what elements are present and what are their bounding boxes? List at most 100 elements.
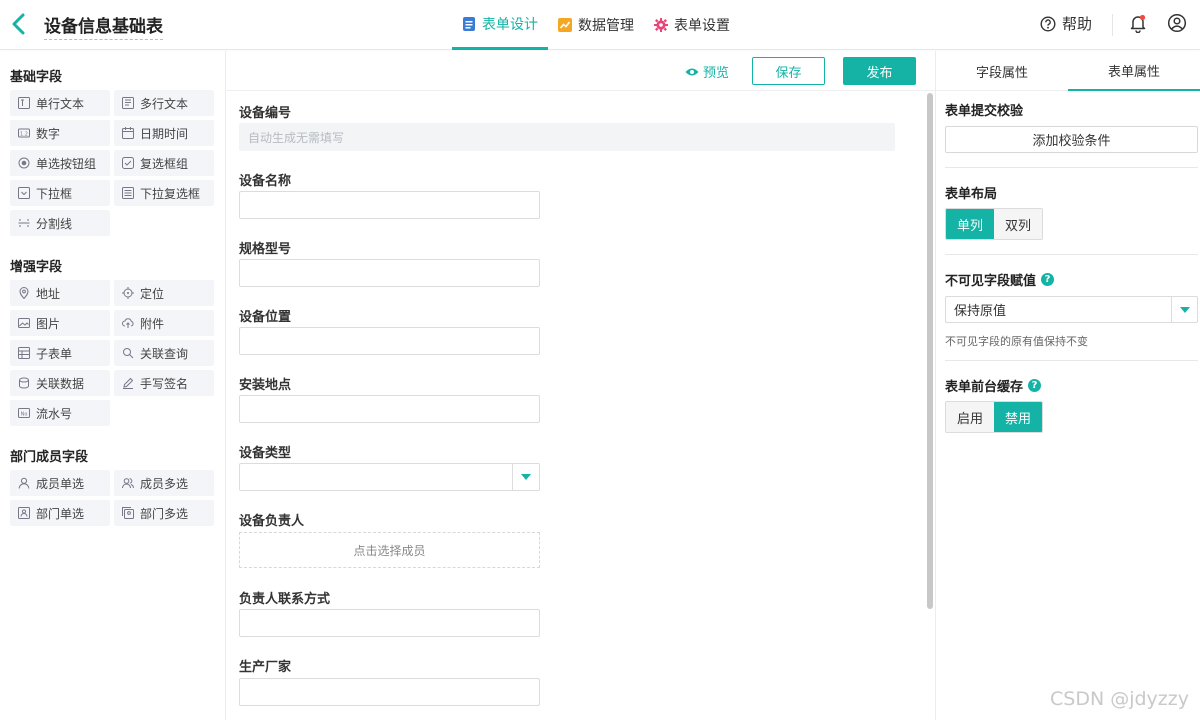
palette-field-related-data[interactable]: 关联数据 bbox=[10, 370, 110, 396]
tab-form-settings[interactable]: 表单设置 bbox=[644, 0, 740, 50]
palette-field-department-multi[interactable]: 部门多选 bbox=[114, 500, 214, 526]
caret-down-icon bbox=[521, 474, 531, 480]
form-title[interactable]: 设备信息基础表 bbox=[44, 12, 163, 40]
palette-field-radio-group[interactable]: 单选按钮组 bbox=[10, 150, 110, 176]
field-label: 设备编号 bbox=[239, 106, 292, 121]
palette-field-attachment[interactable]: 附件 bbox=[114, 310, 214, 336]
list-icon bbox=[122, 187, 134, 199]
database-link-icon bbox=[19, 377, 29, 389]
cache-enable[interactable]: 启用 bbox=[946, 402, 994, 432]
user-avatar-icon[interactable] bbox=[1167, 13, 1187, 33]
svg-text:1.2: 1.2 bbox=[20, 131, 28, 137]
layout-toggle: 单列 双列 bbox=[945, 208, 1043, 240]
device-id-input: 自动生成无需填写 bbox=[239, 123, 895, 151]
svg-text:No: No bbox=[21, 411, 28, 417]
divider bbox=[945, 360, 1198, 361]
section-title: 不可见字段赋值? bbox=[945, 270, 1055, 289]
palette-field-signature[interactable]: 手写签名 bbox=[114, 370, 214, 396]
contact-input[interactable] bbox=[239, 609, 540, 637]
tab-form-properties[interactable]: 表单属性 bbox=[1068, 51, 1200, 91]
canvas-scrollbar[interactable] bbox=[927, 93, 933, 609]
field-label: 安装地点 bbox=[239, 378, 292, 393]
divider-icon bbox=[18, 219, 30, 227]
tab-form-design[interactable]: 表单设计 bbox=[452, 0, 548, 50]
divider bbox=[945, 254, 1198, 255]
field-label: 设备名称 bbox=[239, 174, 292, 189]
palette-field-dropdown[interactable]: 下拉框 bbox=[10, 180, 110, 206]
tab-data-management[interactable]: 数据管理 bbox=[548, 0, 644, 50]
question-icon[interactable]: ? bbox=[1028, 379, 1042, 392]
checkbox-icon bbox=[122, 157, 134, 169]
tab-label: 表单设置 bbox=[674, 18, 730, 34]
palette-field-member-multi[interactable]: 成员多选 bbox=[114, 470, 214, 496]
palette-field-serial-number[interactable]: No 流水号 bbox=[10, 400, 110, 426]
palette-field-dropdown-multi[interactable]: 下拉复选框 bbox=[114, 180, 214, 206]
document-icon bbox=[463, 16, 475, 31]
number-icon: 1.2 bbox=[18, 128, 30, 138]
help-button[interactable]: 帮助 bbox=[1040, 13, 1092, 34]
spec-model-input[interactable] bbox=[239, 259, 540, 287]
manufacturer-input[interactable] bbox=[239, 678, 540, 706]
field-label: 生产厂家 bbox=[239, 660, 292, 675]
section-title: 表单提交校验 bbox=[945, 104, 1024, 119]
palette-field-number[interactable]: 1.2 数字 bbox=[10, 120, 110, 146]
palette-field-multi-text[interactable]: 多行文本 bbox=[114, 90, 214, 116]
back-arrow-icon[interactable] bbox=[8, 12, 30, 36]
palette-field-subform[interactable]: 子表单 bbox=[10, 340, 110, 366]
palette-field-address[interactable]: 地址 bbox=[10, 280, 110, 306]
properties-tabs: 字段属性 表单属性 bbox=[936, 51, 1200, 91]
chart-icon bbox=[558, 18, 572, 32]
palette-field-datetime[interactable]: 日期时间 bbox=[114, 120, 214, 146]
palette-field-image[interactable]: 图片 bbox=[10, 310, 110, 336]
watermark: CSDN @jdyzzy bbox=[1050, 688, 1189, 710]
field-label: 设备负责人 bbox=[239, 514, 305, 529]
cloud-upload-icon bbox=[122, 318, 134, 328]
add-validation-button[interactable]: 添加校验条件 bbox=[945, 126, 1198, 153]
palette-group-title: 基础字段 bbox=[10, 70, 63, 85]
layout-single-column[interactable]: 单列 bbox=[946, 209, 994, 239]
serial-number-icon: No bbox=[18, 408, 30, 418]
field-label: 设备类型 bbox=[239, 446, 292, 461]
field-label: 规格型号 bbox=[239, 242, 292, 257]
tab-label: 表单设计 bbox=[482, 16, 538, 33]
text-field-icon bbox=[18, 97, 30, 109]
palette-field-divider[interactable]: 分割线 bbox=[10, 210, 110, 236]
department-icon bbox=[18, 507, 30, 519]
form-canvas: 预览 保存 发布 设备编号 自动生成无需填写 设备名称 规格型号 设备位置 安装… bbox=[227, 51, 935, 720]
palette-group-title: 增强字段 bbox=[10, 260, 63, 275]
device-name-input[interactable] bbox=[239, 191, 540, 219]
image-icon bbox=[18, 318, 30, 328]
save-button[interactable]: 保存 bbox=[752, 57, 825, 85]
select-arrow[interactable] bbox=[512, 464, 539, 490]
palette-field-single-text[interactable]: 单行文本 bbox=[10, 90, 110, 116]
cache-disable[interactable]: 禁用 bbox=[994, 402, 1042, 432]
palette-field-location[interactable]: 定位 bbox=[114, 280, 214, 306]
properties-panel: 字段属性 表单属性 表单提交校验 添加校验条件 表单布局 单列 双列 不可见字段… bbox=[935, 51, 1200, 720]
install-location-input[interactable] bbox=[239, 395, 540, 423]
member-picker[interactable]: 点击选择成员 bbox=[239, 532, 540, 568]
device-type-select[interactable] bbox=[239, 463, 540, 491]
field-label: 负责人联系方式 bbox=[239, 592, 331, 607]
palette-field-department-single[interactable]: 部门单选 bbox=[10, 500, 110, 526]
field-label: 设备位置 bbox=[239, 310, 292, 325]
palette-field-member-single[interactable]: 成员单选 bbox=[10, 470, 110, 496]
eye-icon bbox=[685, 68, 699, 75]
layout-double-column[interactable]: 双列 bbox=[994, 209, 1042, 239]
publish-button[interactable]: 发布 bbox=[843, 57, 916, 85]
device-position-input[interactable] bbox=[239, 327, 540, 355]
canvas-toolbar: 预览 保存 发布 bbox=[227, 51, 935, 91]
preview-button[interactable]: 预览 bbox=[685, 62, 729, 81]
question-icon[interactable]: ? bbox=[1041, 273, 1055, 286]
tab-label: 数据管理 bbox=[578, 18, 634, 34]
map-pin-icon bbox=[19, 287, 29, 299]
divider bbox=[945, 167, 1198, 168]
invisible-assign-select[interactable]: 保持原值 bbox=[945, 296, 1198, 323]
select-arrow[interactable] bbox=[1171, 297, 1197, 322]
palette-field-checkbox-group[interactable]: 复选框组 bbox=[114, 150, 214, 176]
section-title: 表单前台缓存? bbox=[945, 376, 1042, 395]
bell-icon[interactable] bbox=[1128, 13, 1148, 33]
tab-field-properties[interactable]: 字段属性 bbox=[936, 51, 1068, 91]
palette-field-related-query[interactable]: 关联查询 bbox=[114, 340, 214, 366]
question-circle-icon bbox=[1040, 15, 1056, 32]
pen-icon bbox=[123, 377, 134, 389]
